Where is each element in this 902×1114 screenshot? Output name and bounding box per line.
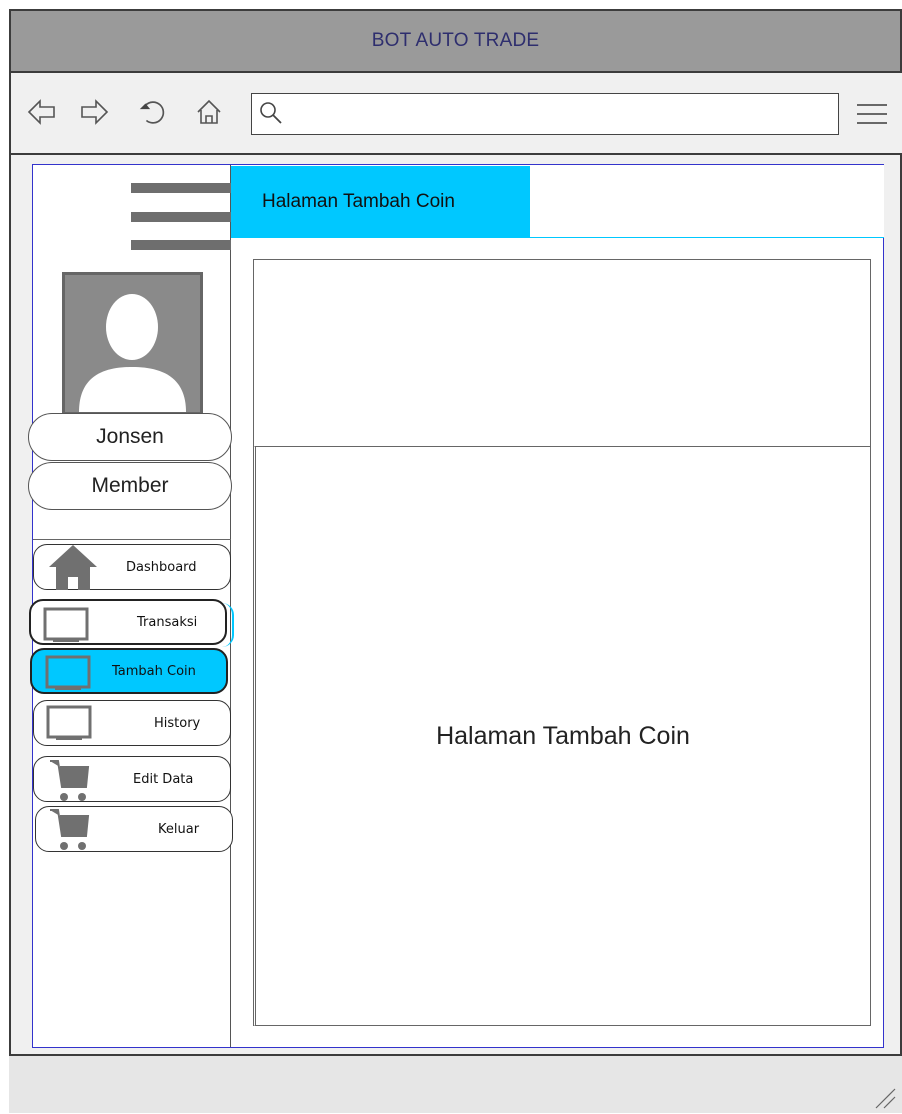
sidebar-item-keluar[interactable]: Keluar [35, 806, 233, 852]
resize-grip[interactable] [872, 1085, 896, 1109]
top-panel [253, 259, 871, 447]
sidebar-item-label: Tambah Coin [112, 663, 196, 679]
home-button[interactable] [193, 96, 225, 128]
sidebar-item-label: History [154, 715, 201, 731]
window-title: BOT AUTO TRADE [371, 30, 540, 51]
monitor-icon [45, 655, 91, 690]
browser-menu-button[interactable] [854, 97, 890, 131]
user-avatar-icon [79, 294, 186, 412]
forward-button[interactable] [78, 96, 110, 128]
arrow-left-icon [27, 99, 55, 125]
cart-icon [50, 760, 90, 801]
sidebar-item-edit-data[interactable]: Edit Data [33, 756, 231, 802]
sidebar-item-label: Keluar [158, 821, 200, 837]
sidebar-menu-icon-bar [131, 212, 231, 222]
user-name: Jonsen [28, 413, 232, 461]
sidebar-item-label: Dashboard [126, 559, 197, 575]
sidebar-item-transaksi[interactable]: Transaksi [29, 599, 227, 645]
hamburger-menu-icon [857, 104, 887, 124]
monitor-icon [46, 705, 92, 740]
reload-button[interactable] [137, 96, 169, 128]
title-bar: BOT AUTO TRADE [9, 9, 902, 73]
sidebar-item-label: Transaksi [137, 614, 198, 630]
avatar [62, 272, 203, 415]
sidebar-menu-icon [131, 183, 231, 193]
sidebar-toggle-button[interactable] [131, 183, 231, 251]
resize-grip-icon [875, 1088, 896, 1109]
home-icon [49, 545, 97, 590]
main-panel-text: Halaman Tambah Coin [436, 721, 690, 750]
cart-icon [50, 809, 90, 850]
sidebar-menu-icon-bar [131, 240, 231, 250]
address-bar[interactable] [251, 93, 839, 135]
search-icon [260, 102, 282, 124]
main-panel: Halaman Tambah Coin [253, 446, 871, 1026]
arrow-right-icon [81, 99, 109, 125]
reload-icon [139, 101, 165, 124]
sidebar-item-dashboard[interactable]: Dashboard [33, 544, 231, 590]
page-title: Halaman Tambah Coin [231, 166, 530, 238]
status-bar [9, 1054, 902, 1113]
back-button[interactable] [26, 96, 58, 128]
sidebar-item-history[interactable]: History [33, 700, 231, 746]
sidebar-item-label: Edit Data [133, 771, 194, 787]
monitor-icon [43, 607, 89, 642]
user-role: Member [28, 462, 232, 510]
home-icon [197, 99, 221, 124]
sidebar-divider [33, 539, 231, 540]
sidebar-item-tambah-coin[interactable]: Tambah Coin [30, 648, 228, 694]
